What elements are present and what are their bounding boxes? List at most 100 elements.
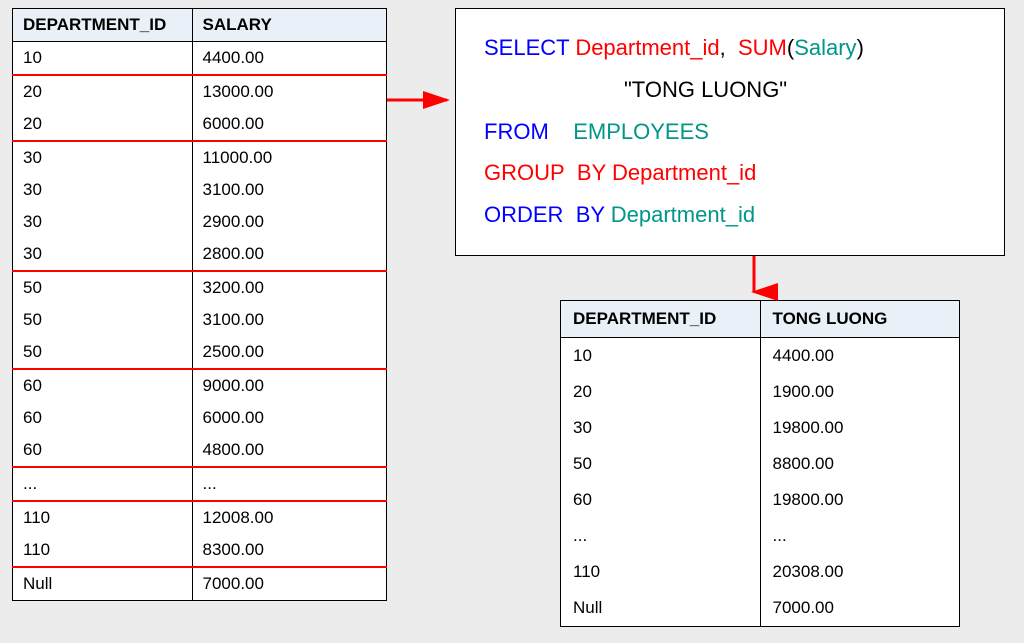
sql-employees: EMPLOYEES — [573, 119, 709, 144]
table-row: 3011000.00 — [13, 141, 387, 174]
cell-dept: 50 — [13, 271, 193, 304]
result-table-header-row: DEPARTMENT_ID TONG LUONG — [561, 301, 960, 338]
sql-select: SELECT — [484, 35, 569, 60]
sql-line-5: ORDER BY Department_id — [484, 194, 976, 236]
cell-tong: 8800.00 — [760, 446, 960, 482]
table-row: 302900.00 — [13, 206, 387, 238]
input-table-header-row: DEPARTMENT_ID SALARY — [13, 9, 387, 42]
result-table: DEPARTMENT_ID TONG LUONG 104400.00201900… — [560, 300, 960, 627]
table-row: 604800.00 — [13, 434, 387, 467]
table-row: 6019800.00 — [561, 482, 960, 518]
cell-salary: 12008.00 — [192, 501, 386, 534]
table-row: ...... — [13, 467, 387, 501]
cell-dept: 60 — [13, 402, 193, 434]
cell-dept: Null — [13, 567, 193, 601]
cell-tong: 1900.00 — [760, 374, 960, 410]
table-row: 609000.00 — [13, 369, 387, 402]
sql-comma: , — [720, 35, 726, 60]
cell-salary: 3100.00 — [192, 304, 386, 336]
cell-tong: 20308.00 — [760, 554, 960, 590]
sql-alias: "TONG LUONG" — [624, 77, 787, 102]
cell-salary: ... — [192, 467, 386, 501]
sql-line-2: "TONG LUONG" — [484, 69, 976, 111]
cell-dept: 110 — [13, 534, 193, 567]
cell-dept: 50 — [561, 446, 761, 482]
table-row: 502500.00 — [13, 336, 387, 369]
sql-by2: BY — [576, 202, 605, 227]
cell-dept: Null — [561, 590, 761, 627]
cell-dept: 110 — [561, 554, 761, 590]
table-row: 2013000.00 — [13, 75, 387, 108]
cell-dept: 50 — [13, 336, 193, 369]
cell-dept: 60 — [13, 369, 193, 402]
cell-dept: ... — [561, 518, 761, 554]
cell-salary: 2900.00 — [192, 206, 386, 238]
cell-dept: 10 — [13, 42, 193, 76]
sql-group: GROUP — [484, 160, 565, 185]
table-row: 303100.00 — [13, 174, 387, 206]
table-row: 201900.00 — [561, 374, 960, 410]
sql-by1: BY — [577, 160, 606, 185]
cell-salary: 8300.00 — [192, 534, 386, 567]
table-row: ...... — [561, 518, 960, 554]
sql-line-1: SELECT Department_id, SUM(Salary) — [484, 27, 976, 69]
cell-dept: 60 — [561, 482, 761, 518]
cell-tong: 4400.00 — [760, 338, 960, 375]
cell-salary: 4400.00 — [192, 42, 386, 76]
cell-dept: 10 — [561, 338, 761, 375]
sql-from: FROM — [484, 119, 549, 144]
cell-salary: 4800.00 — [192, 434, 386, 467]
sql-line-4: GROUP BY Department_id — [484, 152, 976, 194]
input-col-header-salary: SALARY — [192, 9, 386, 42]
table-row: 3019800.00 — [561, 410, 960, 446]
cell-dept: 50 — [13, 304, 193, 336]
arrow-sql-to-result — [744, 256, 764, 301]
sql-salary: Salary — [794, 35, 856, 60]
cell-dept: ... — [13, 467, 193, 501]
table-row: 606000.00 — [13, 402, 387, 434]
sql-deptid2: Department_id — [612, 160, 756, 185]
table-row: Null7000.00 — [13, 567, 387, 601]
cell-tong: 19800.00 — [760, 410, 960, 446]
sql-sum: SUM — [738, 35, 787, 60]
sql-rparen: ) — [857, 35, 864, 60]
input-col-header-dept: DEPARTMENT_ID — [13, 9, 193, 42]
result-col-header-tong: TONG LUONG — [760, 301, 960, 338]
table-row: 104400.00 — [561, 338, 960, 375]
cell-dept: 60 — [13, 434, 193, 467]
cell-salary: 3100.00 — [192, 174, 386, 206]
result-col-header-dept: DEPARTMENT_ID — [561, 301, 761, 338]
sql-line-3: FROM EMPLOYEES — [484, 111, 976, 153]
cell-dept: 30 — [13, 206, 193, 238]
table-row: 206000.00 — [13, 108, 387, 141]
input-table: DEPARTMENT_ID SALARY 104400.002013000.00… — [12, 8, 387, 601]
cell-salary: 3200.00 — [192, 271, 386, 304]
cell-dept: 20 — [13, 108, 193, 141]
cell-dept: 30 — [561, 410, 761, 446]
cell-dept: 20 — [561, 374, 761, 410]
cell-salary: 9000.00 — [192, 369, 386, 402]
table-row: 104400.00 — [13, 42, 387, 76]
table-row: 508800.00 — [561, 446, 960, 482]
cell-tong: 19800.00 — [760, 482, 960, 518]
cell-salary: 7000.00 — [192, 567, 386, 601]
sql-query-box: SELECT Department_id, SUM(Salary) "TONG … — [455, 8, 1005, 256]
cell-dept: 20 — [13, 75, 193, 108]
cell-salary: 13000.00 — [192, 75, 386, 108]
cell-dept: 30 — [13, 174, 193, 206]
cell-salary: 2800.00 — [192, 238, 386, 271]
table-row: 302800.00 — [13, 238, 387, 271]
sql-deptid3: Department_id — [611, 202, 755, 227]
cell-salary: 2500.00 — [192, 336, 386, 369]
cell-tong: ... — [760, 518, 960, 554]
cell-tong: 7000.00 — [760, 590, 960, 627]
table-row: 503200.00 — [13, 271, 387, 304]
cell-dept: 30 — [13, 238, 193, 271]
cell-salary: 6000.00 — [192, 108, 386, 141]
table-row: 1108300.00 — [13, 534, 387, 567]
table-row: Null7000.00 — [561, 590, 960, 627]
cell-salary: 11000.00 — [192, 141, 386, 174]
table-row: 11020308.00 — [561, 554, 960, 590]
table-row: 503100.00 — [13, 304, 387, 336]
cell-dept: 110 — [13, 501, 193, 534]
